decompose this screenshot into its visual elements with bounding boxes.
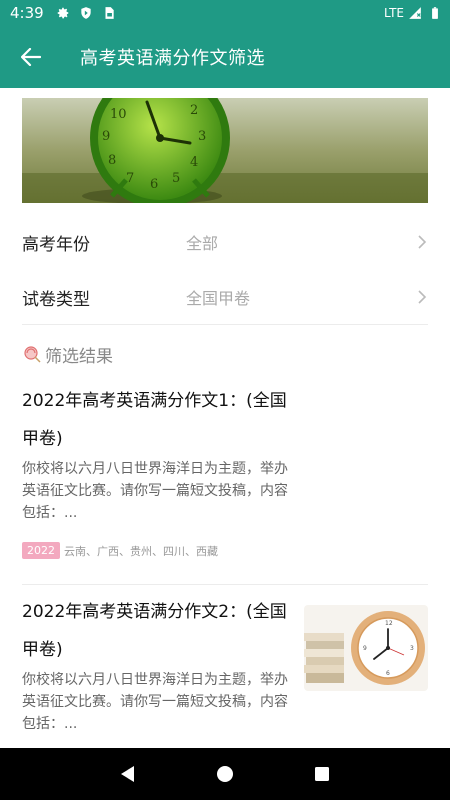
system-nav-bar — [0, 748, 450, 800]
svg-text:9: 9 — [102, 129, 110, 144]
divider — [22, 584, 428, 585]
status-bar: 4:39 LTE — [0, 0, 450, 26]
result-thumbnail: 12 3 6 9 — [304, 605, 428, 691]
svg-text:12: 12 — [385, 620, 393, 627]
result-card-2[interactable]: 2022年高考英语满分作文2：(全国甲卷) 你校将以六月八日世界海洋日为主题，举… — [22, 593, 428, 748]
back-button[interactable] — [0, 26, 62, 88]
chevron-right-icon — [418, 290, 427, 304]
svg-text:9: 9 — [363, 645, 367, 652]
nav-home-button[interactable] — [205, 754, 245, 794]
regions-text: 云南、广西、贵州、四川、西藏 — [64, 544, 218, 558]
results-title-text: 筛选结果 — [45, 346, 113, 367]
result-description: 你校将以六月八日世界海洋日为主题，举办英语征文比赛。请你写一篇短文投稿，内容包括… — [22, 461, 288, 521]
filter-paper-type-value: 全国甲卷 — [186, 289, 251, 308]
sim-card-icon — [105, 7, 114, 19]
svg-text:3: 3 — [198, 129, 206, 144]
battery-icon — [432, 7, 438, 19]
filter-paper-type-row[interactable]: 试卷类型 全国甲卷 — [22, 270, 428, 324]
status-time: 4:39 — [10, 4, 44, 22]
network-label: LTE — [384, 6, 404, 20]
banner-image: 3 4 5 6 7 8 9 10 2 — [22, 98, 428, 203]
divider — [22, 324, 428, 325]
signal-icon — [409, 7, 421, 19]
filter-year-value: 全部 — [186, 234, 219, 253]
nav-recents-button[interactable] — [302, 754, 342, 794]
recents-square-icon — [314, 767, 329, 781]
candy-icon — [24, 346, 41, 363]
svg-text:3: 3 — [410, 645, 414, 652]
app-bar: 高考英语满分作文筛选 — [0, 26, 450, 88]
svg-text:4: 4 — [190, 155, 198, 170]
result-description: 你校将以六月八日世界海洋日为主题，举办英语征文比赛。请你写一篇短文投稿，内容包括… — [22, 672, 288, 732]
svg-text:7: 7 — [126, 171, 134, 186]
result-title: 2022年高考英语满分作文1：(全国甲卷) — [22, 391, 287, 449]
arrow-left-icon — [21, 48, 41, 66]
gear-icon — [57, 7, 68, 19]
home-circle-icon — [216, 766, 233, 782]
svg-text:8: 8 — [108, 153, 116, 168]
back-triangle-icon — [121, 766, 135, 782]
result-title: 2022年高考英语满分作文2：(全国甲卷) — [22, 602, 287, 660]
results-section-title: 筛选结果 — [22, 340, 113, 368]
chevron-right-icon — [418, 235, 427, 249]
nav-back-button[interactable] — [108, 754, 148, 794]
svg-text:6: 6 — [386, 670, 390, 677]
shield-icon — [81, 7, 91, 19]
filter-paper-type-label: 试卷类型 — [22, 289, 90, 310]
svg-text:2: 2 — [190, 103, 198, 118]
page-title: 高考英语满分作文筛选 — [80, 48, 265, 69]
svg-text:5: 5 — [172, 171, 180, 186]
year-tag: 2022 — [22, 542, 60, 559]
svg-text:6: 6 — [150, 177, 158, 192]
result-card-1[interactable]: 2022年高考英语满分作文1：(全国甲卷) 你校将以六月八日世界海洋日为主题，举… — [22, 382, 428, 572]
result-meta: 2022 云南、广西、贵州、四川、西藏 — [22, 542, 218, 559]
filter-year-label: 高考年份 — [22, 234, 90, 255]
svg-text:10: 10 — [110, 107, 127, 122]
filter-year-row[interactable]: 高考年份 全部 — [22, 215, 428, 269]
